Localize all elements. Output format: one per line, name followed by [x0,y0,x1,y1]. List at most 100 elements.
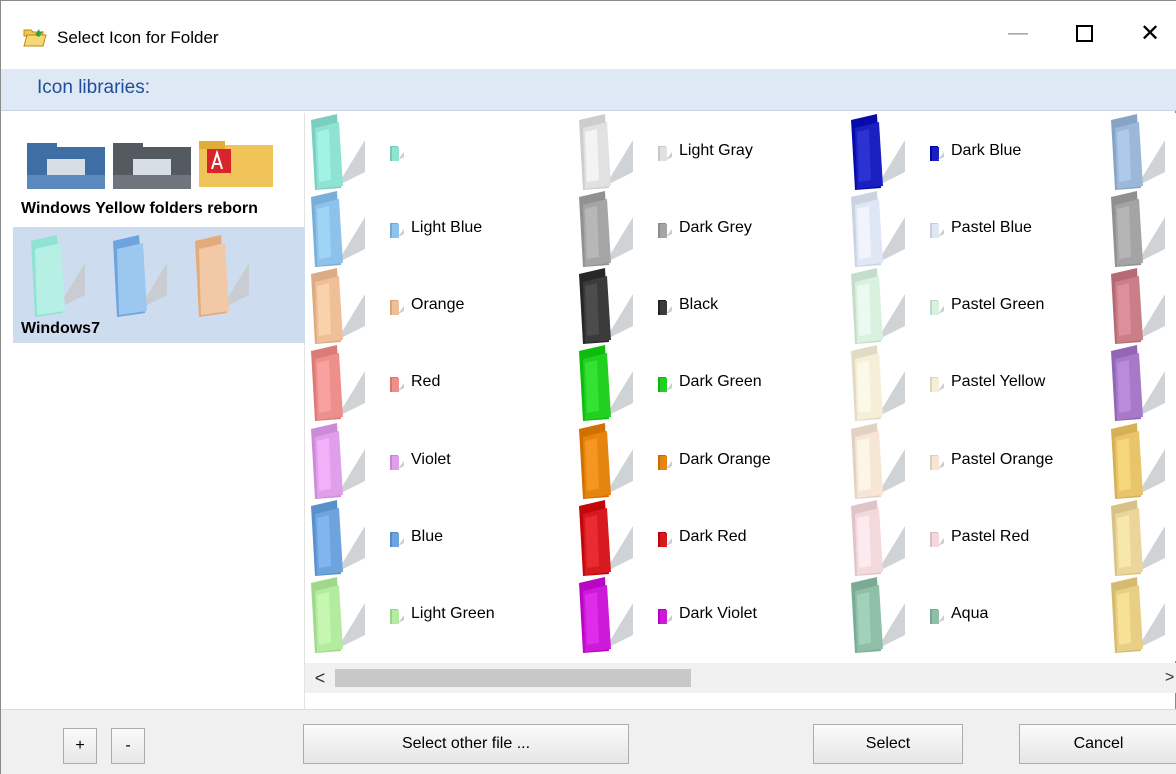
remove-library-button[interactable]: - [111,728,145,764]
icon-label: Blue [411,528,444,545]
library-item-windows-yellow-folders-reborn[interactable]: Windows Yellow folders reborn [13,113,305,227]
folder-small-icon [930,532,944,547]
folder-small-icon [390,609,404,624]
folder-icon [1111,345,1165,421]
icon-label: Pastel Orange [951,451,1054,468]
icon-libraries-header: Icon libraries: [1,69,1176,111]
folder-icon [311,191,365,267]
icon-cell[interactable]: Light Blue [305,190,567,267]
select-button[interactable]: Select [813,724,963,764]
folder-icon [311,345,365,421]
folder-small-icon [930,455,944,470]
folder-small-icon [658,146,672,161]
scroll-left-button[interactable]: < [309,665,331,691]
folder-small-icon [658,455,672,470]
folder-icon [1111,191,1165,267]
add-library-button[interactable]: + [63,728,97,764]
folder-small-icon [390,455,404,470]
icon-cell[interactable]: Red [305,344,567,421]
minimize-button[interactable]: — [993,13,1043,53]
icon-cell[interactable]: Blue [305,499,567,576]
icon-cell[interactable] [1105,344,1176,421]
icon-label: Pastel Green [951,296,1045,313]
icon-label: Violet [411,451,451,468]
icon-label: Pastel Yellow [951,373,1046,390]
library-preview-icons [31,235,249,317]
select-other-file-button[interactable]: Select other file ... [303,724,629,764]
icon-cell[interactable]: Light Green [305,576,567,653]
icon-label: Light Green [411,605,495,622]
folder-icon [1111,268,1165,344]
folder-icon [851,268,905,344]
icon-cell[interactable] [1105,422,1176,499]
icon-label: Aqua [951,605,989,622]
icon-cell[interactable] [1105,267,1176,344]
folder-icon [1111,500,1165,576]
open-folder-icon [23,29,47,47]
icon-label: Pastel Blue [951,219,1032,236]
folder-small-icon [390,146,404,161]
icon-cell[interactable]: Aqua [845,576,1107,653]
icon-cell[interactable]: Light Gray [573,113,835,190]
icon-cell[interactable]: Dark Orange [573,422,835,499]
folder-icon [579,268,633,344]
maximize-icon [1075,24,1093,42]
icon-cell[interactable] [1105,113,1176,190]
blue-folder-icon [27,143,105,189]
icon-cell[interactable]: Dark Blue [845,113,1107,190]
icon-cell[interactable]: Violet [305,422,567,499]
icon-cell[interactable]: Dark Grey [573,190,835,267]
icon-label: Red [411,373,441,390]
folder-icon [311,114,365,190]
horizontal-scrollbar[interactable]: < > [305,663,1176,693]
icon-cell[interactable] [1105,499,1176,576]
icon-cell[interactable]: Dark Red [573,499,835,576]
icon-cell[interactable] [1105,576,1176,653]
icon-cell[interactable] [305,113,567,190]
icon-cell[interactable]: Orange [305,267,567,344]
orange-folder-icon [195,235,249,317]
maximize-button[interactable] [1059,13,1109,53]
icon-label: Black [679,296,719,313]
icon-cell[interactable]: Dark Violet [573,576,835,653]
scrollbar-thumb[interactable] [335,669,691,687]
icon-cell[interactable] [1105,190,1176,267]
icon-label: Dark Violet [679,605,757,622]
icon-label: Dark Orange [679,451,771,468]
folder-icon [851,114,905,190]
icon-cell[interactable]: Black [573,267,835,344]
folder-small-icon [390,377,404,392]
scroll-right-button[interactable]: > [1165,665,1176,691]
folder-small-icon [930,377,944,392]
folder-small-icon [930,300,944,315]
library-preview-icons [27,141,273,189]
cancel-button[interactable]: Cancel [1019,724,1176,764]
icon-cell[interactable]: Pastel Yellow [845,344,1107,421]
close-button[interactable]: ✕ [1125,13,1175,53]
folder-icon [311,423,365,499]
window-title: Select Icon for Folder [57,28,219,47]
icon-cell[interactable]: Pastel Red [845,499,1107,576]
icon-label: Light Blue [411,219,483,236]
folder-icon [851,500,905,576]
icon-cell[interactable]: Pastel Green [845,267,1107,344]
folder-icon [1111,114,1165,190]
blue-folder-icon [113,235,167,317]
folder-small-icon [930,146,944,161]
folder-icon [1111,577,1165,653]
icon-cell[interactable]: Pastel Blue [845,190,1107,267]
icon-grid: Light Blue Orange Red Violet Blue Light Green… [305,113,1176,661]
icon-cell[interactable]: Pastel Orange [845,422,1107,499]
icon-libraries-label: Icon libraries: [37,77,150,98]
icon-label: Dark Red [679,528,747,545]
icon-cell[interactable]: Dark Green [573,344,835,421]
folder-small-icon [658,300,672,315]
icon-label: Dark Green [679,373,762,390]
folder-small-icon [658,532,672,547]
library-name: Windows7 [21,320,100,337]
dialog-footer: + - Select other file ... Select Cancel [1,709,1176,774]
folder-icon [851,577,905,653]
icon-label: Light Gray [679,142,753,159]
select-icon-dialog: Select Icon for Folder — ✕ Icon librarie… [0,0,1176,774]
library-item-windows7[interactable]: Windows7 [13,227,305,343]
